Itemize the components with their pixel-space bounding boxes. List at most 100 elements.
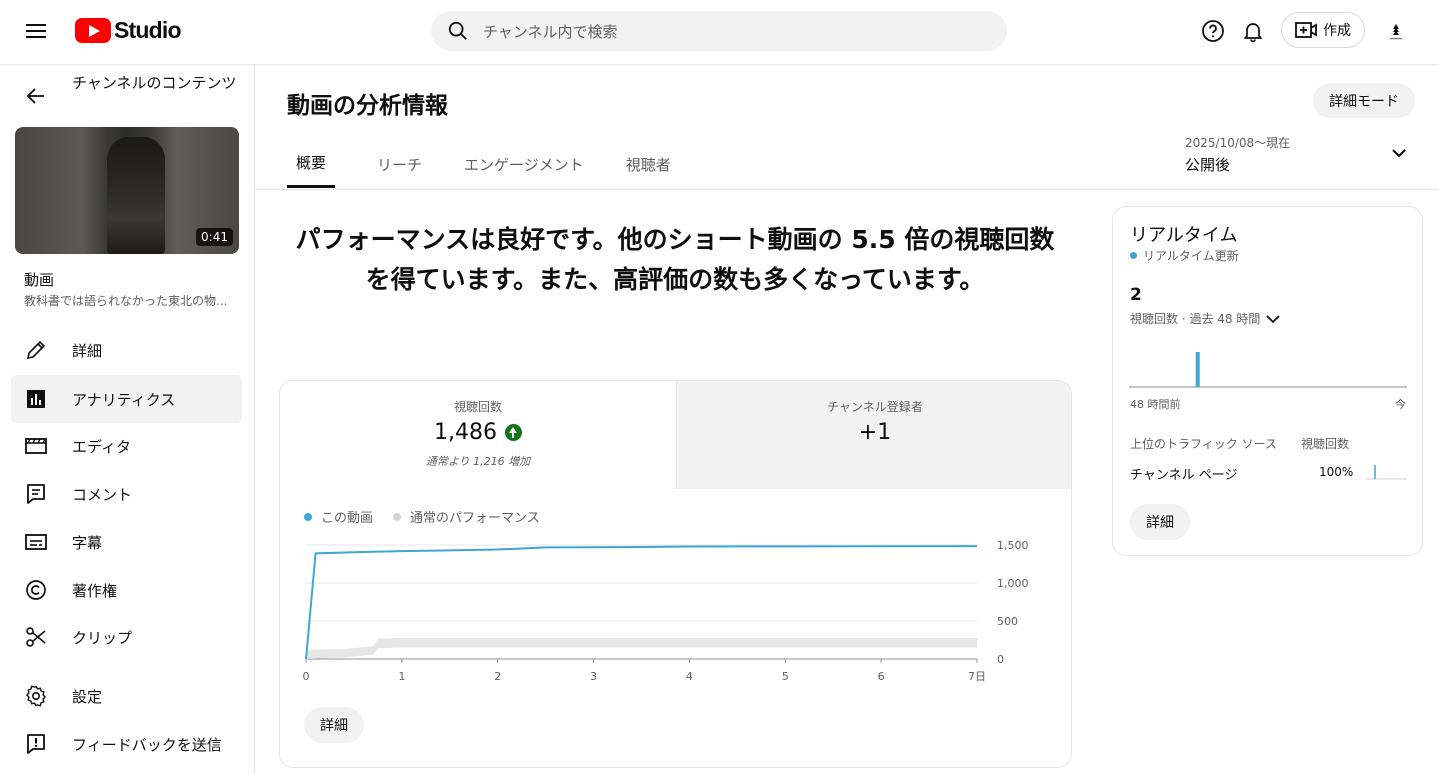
studio-logo[interactable]: Studio xyxy=(75,16,182,44)
sidebar-item-analytics[interactable]: アナリティクス xyxy=(11,375,242,423)
realtime-period: 視聴回数 · 過去 48 時間 xyxy=(1130,312,1261,326)
realtime-subtitle: リアルタイム更新 xyxy=(1143,249,1239,263)
typical-performance-band xyxy=(306,638,977,659)
live-dot-icon xyxy=(1130,252,1137,259)
tab-engagement[interactable]: エンゲージメント xyxy=(464,140,584,188)
sidebar-item-feedback[interactable]: フィードバックを送信 xyxy=(11,720,242,768)
chevron-down-icon xyxy=(1266,314,1280,323)
y-tick-label: 1,500 xyxy=(997,539,1029,552)
details-button[interactable]: 詳細 xyxy=(304,707,364,743)
channel-logo-icon xyxy=(1390,24,1402,40)
sidebar-item-subtitles[interactable]: 字幕 xyxy=(11,518,242,566)
realtime-bar xyxy=(1195,352,1200,387)
x-tick-label: 3 xyxy=(590,670,597,683)
advanced-mode-button[interactable]: 詳細モード xyxy=(1313,83,1415,118)
help-icon[interactable] xyxy=(1200,18,1226,44)
overview-card: 視聴回数 1,486 通常より 1,216 増加 チャンネル登録者 +1 この動… xyxy=(279,380,1072,768)
analytics-icon xyxy=(27,390,45,408)
subscribers-value: +1 xyxy=(858,420,892,445)
tab-divider xyxy=(255,189,1439,190)
views-header: 視聴回数 xyxy=(1301,437,1350,451)
copyright-icon xyxy=(26,580,46,600)
sidebar-item-label: エディタ xyxy=(72,437,131,456)
sidebar: チャンネルのコンテンツ 0:41 動画 教科書では語られなかった東北の物... … xyxy=(0,64,255,774)
date-range-dates: 2025/10/08〜現在 xyxy=(1185,136,1291,150)
views-label: 視聴回数 xyxy=(453,400,502,414)
page-title: 動画の分析情報 xyxy=(287,93,448,119)
traffic-source-header: 上位のトラフィック ソース xyxy=(1130,437,1277,451)
traffic-sparkline xyxy=(1367,465,1407,480)
sidebar-item-label: 詳細 xyxy=(72,341,103,360)
sidebar-item-label: フィードバックを送信 xyxy=(72,735,222,754)
x-tick-label: 0 xyxy=(303,670,310,683)
sidebar-title: チャンネルのコンテンツ xyxy=(72,74,237,92)
x-tick-label: 6 xyxy=(878,670,885,683)
subscribers-metric[interactable]: チャンネル登録者 +1 xyxy=(676,381,1071,489)
film-icon xyxy=(25,438,47,454)
traffic-source-percent: 100% xyxy=(1319,465,1354,479)
video-title: 教科書では語られなかった東北の物... xyxy=(24,294,228,308)
search-icon xyxy=(448,21,467,40)
realtime-period-dropdown[interactable]: 視聴回数 · 過去 48 時間 xyxy=(1130,310,1282,327)
sidebar-item-clips[interactable]: クリップ xyxy=(11,613,242,661)
scissors-icon xyxy=(26,627,46,647)
sidebar-item-details[interactable]: 詳細 xyxy=(11,326,242,374)
create-video-icon xyxy=(1295,22,1317,38)
sidebar-item-label: 字幕 xyxy=(72,533,103,552)
views-note: 通常より 1,216 増加 xyxy=(425,455,531,468)
sidebar-item-settings[interactable]: 設定 xyxy=(11,672,242,720)
menu-icon[interactable] xyxy=(24,20,48,44)
sidebar-item-label: コメント xyxy=(72,485,133,504)
y-tick-label: 1,000 xyxy=(997,577,1029,590)
date-range-label: 公開後 xyxy=(1185,156,1231,174)
logo-text: Studio xyxy=(114,16,182,43)
back-arrow-icon[interactable] xyxy=(24,84,48,108)
sidebar-item-label: 設定 xyxy=(72,687,103,706)
youtube-play-icon xyxy=(75,17,111,43)
sidebar-item-label: クリップ xyxy=(72,628,133,647)
create-label: 作成 xyxy=(1323,23,1351,39)
date-range-picker[interactable]: 2025/10/08〜現在 公開後 xyxy=(1185,134,1290,175)
subscribers-label: チャンネル登録者 xyxy=(827,400,923,414)
search-bar[interactable]: チャンネル内で検索 xyxy=(431,11,1007,51)
legend-dot-this-video xyxy=(304,512,312,521)
realtime-details-button[interactable]: 詳細 xyxy=(1130,504,1190,540)
avatar[interactable] xyxy=(1380,16,1412,48)
bell-icon[interactable] xyxy=(1240,18,1266,44)
y-tick-label: 0 xyxy=(997,653,1004,666)
realtime-axis-left: 48 時間前 xyxy=(1130,398,1181,411)
traffic-source-name: チャンネル ページ xyxy=(1130,468,1238,483)
legend-dot-typical xyxy=(393,512,402,521)
subtitles-icon xyxy=(25,534,47,550)
thumbnail-figure xyxy=(107,137,165,254)
sidebar-item-comments[interactable]: コメント xyxy=(11,470,242,518)
tab-reach[interactable]: リーチ xyxy=(377,140,422,188)
realtime-chart[interactable] xyxy=(1129,347,1407,389)
sidebar-item-label: アナリティクス xyxy=(72,390,176,409)
video-thumbnail[interactable]: 0:41 xyxy=(15,127,239,254)
views-metric[interactable]: 視聴回数 1,486 通常より 1,216 増加 xyxy=(280,381,676,489)
chevron-down-icon[interactable] xyxy=(1388,142,1410,164)
performance-headline: パフォーマンスは良好です。他のショート動画の 5.5 倍の視聴回数を得ています。… xyxy=(295,225,1055,294)
legend-typical: 通常のパフォーマンス xyxy=(410,511,540,526)
gear-icon xyxy=(26,685,46,707)
sidebar-item-editor[interactable]: エディタ xyxy=(11,422,242,470)
search-input[interactable]: チャンネル内で検索 xyxy=(483,21,618,42)
pencil-icon xyxy=(26,340,46,360)
legend-this-video: この動画 xyxy=(321,511,374,526)
y-tick-label: 500 xyxy=(997,615,1018,628)
chart-legend: この動画 通常のパフォーマンス xyxy=(304,507,560,526)
comment-icon xyxy=(27,484,45,504)
arrow-up-icon xyxy=(504,424,522,441)
tab-audience[interactable]: 視聴者 xyxy=(626,140,671,188)
tab-overview[interactable]: 概要 xyxy=(287,140,336,188)
top-bar: Studio チャンネル内で検索 作成 xyxy=(0,0,1439,64)
video-duration: 0:41 xyxy=(196,228,233,246)
x-tick-label: 5 xyxy=(782,670,789,683)
create-button[interactable]: 作成 xyxy=(1281,12,1365,48)
realtime-title: リアルタイム xyxy=(1130,225,1238,246)
views-value: 1,486 xyxy=(434,420,497,445)
views-chart[interactable]: 0 500 1,000 1,500 0 1 2 3 4 5 6 7日 xyxy=(280,531,1072,691)
sidebar-item-copyright[interactable]: 著作権 xyxy=(11,566,242,614)
realtime-count: 2 xyxy=(1130,285,1142,305)
